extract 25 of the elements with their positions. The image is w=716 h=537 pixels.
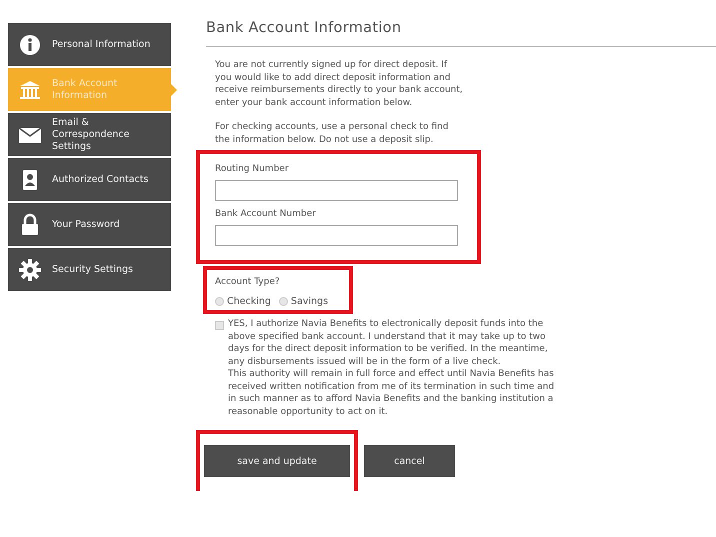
sidebar-item[interactable]: Email & Correspondence Settings — [8, 113, 171, 156]
sidebar-item[interactable]: Personal Information — [8, 23, 171, 66]
radio-button[interactable] — [278, 297, 288, 306]
sidebar-item[interactable]: Security Settings — [8, 248, 171, 291]
field-label: Bank Account Number — [215, 209, 317, 219]
pointer-arrow — [171, 84, 177, 96]
field-label: Routing Number — [215, 164, 290, 174]
checkbox[interactable] — [215, 321, 224, 330]
authorization-text: YES, I authorize Navia Benefits to electronically deposit funds into the above specified bank account. I understand that it may take up to two days for the direct deposit information to be verified. In the meantime, any disbursements issued will be in the form of a live check. — [228, 318, 549, 368]
radio-button[interactable] — [215, 297, 224, 306]
gear-icon — [18, 258, 42, 282]
input-field[interactable] — [215, 225, 458, 246]
intro-paragraph: You are not currently signed up for direct deposit. If you would like to add direct deposit information and receive reimbursements directly to your bank account, enter your bank account information below. — [215, 59, 464, 109]
input-field[interactable] — [215, 180, 458, 201]
save-button[interactable]: save and update — [204, 445, 350, 477]
sidebar-item[interactable]: Your Password — [8, 203, 171, 246]
info-icon — [18, 32, 42, 56]
authorization-text: This authority will remain in full force and effect until Navia Benefits has received written notification from me of its termination in such time and in such manner as to afford Navia Benefits and the banking institution a reasonable opportunity to act on it. — [228, 368, 555, 418]
intro-paragraph: For checking accounts, use a personal check to find the information below. Do not use a deposit slip. — [215, 121, 450, 146]
cancel-button[interactable]: cancel — [364, 445, 455, 477]
sidebar-item[interactable]: Authorized Contacts — [8, 158, 171, 201]
page-title: Bank Account Information — [206, 20, 716, 47]
radio-label: Savings — [290, 296, 328, 307]
radio-label: Checking — [227, 296, 271, 307]
field-label: Account Type? — [215, 277, 281, 287]
